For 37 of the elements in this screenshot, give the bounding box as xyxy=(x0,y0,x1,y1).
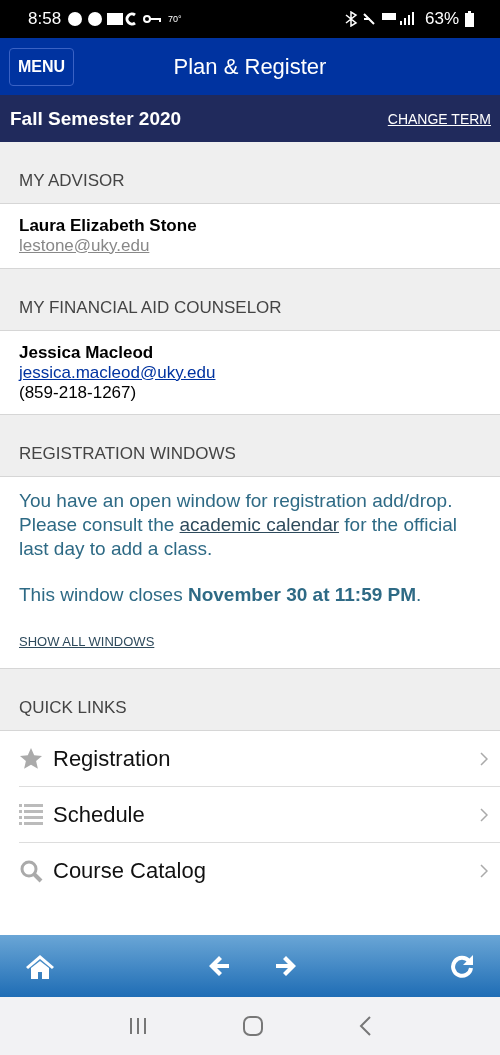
counselor-name: Jessica Macleod xyxy=(19,342,155,363)
change-term-link[interactable]: CHANGE TERM xyxy=(387,110,491,127)
temperature: 70° xyxy=(168,14,182,24)
term-name: Fall Semester 2020 xyxy=(10,107,182,130)
quick-link[interactable]: Schedule xyxy=(53,801,470,828)
section-heading: REGISTRATION WINDOWS xyxy=(0,415,500,478)
back-arrow-icon[interactable] xyxy=(207,954,232,978)
home-button-icon[interactable] xyxy=(243,1016,263,1036)
advisor-name: Laura Elizabeth Stone xyxy=(19,216,198,236)
section-heading: MY ADVISOR xyxy=(0,142,500,204)
chevron-icon xyxy=(480,751,488,766)
section-heading: MY FINANCIAL AID COUNSELOR xyxy=(0,268,500,331)
chevron-icon xyxy=(480,807,488,822)
recent-apps-icon[interactable] xyxy=(127,1016,148,1036)
registration-message: You have an open window for registration add/drop. Please consult the academic calendar for the official last day to add a class. xyxy=(19,489,458,561)
email-link[interactable]: lestone@uky.edu xyxy=(19,235,150,255)
menu-button[interactable]: MENU xyxy=(9,47,75,86)
forward-arrow-icon[interactable] xyxy=(273,954,298,978)
search-icon xyxy=(19,858,43,883)
section-heading: QUICK LINKS xyxy=(0,669,500,732)
email-link[interactable]: jessica.macleod@uky.edu xyxy=(19,362,216,382)
quick-link[interactable]: Registration xyxy=(53,745,470,772)
clock-time: 8:58 xyxy=(28,9,62,29)
window-closes-text: This window closes November 30 at 11:59 PM. xyxy=(19,582,423,607)
battery-icon xyxy=(465,11,474,27)
show-all-windows-link[interactable]: SHOW ALL WINDOWS xyxy=(19,634,155,650)
quick-link[interactable]: Course Catalog xyxy=(53,857,470,884)
chevron-icon xyxy=(480,863,488,878)
back-icon[interactable] xyxy=(358,1016,373,1036)
star-icon xyxy=(19,746,43,771)
list-icon xyxy=(19,803,43,826)
academic-calendar-link[interactable]: academic calendar xyxy=(179,514,340,536)
page-title: Plan & Register xyxy=(173,53,327,79)
battery-percent: 63% xyxy=(424,9,459,29)
home-icon[interactable] xyxy=(25,953,55,979)
phone-number: (859-218-1267) xyxy=(19,382,138,403)
refresh-icon[interactable] xyxy=(450,954,474,978)
